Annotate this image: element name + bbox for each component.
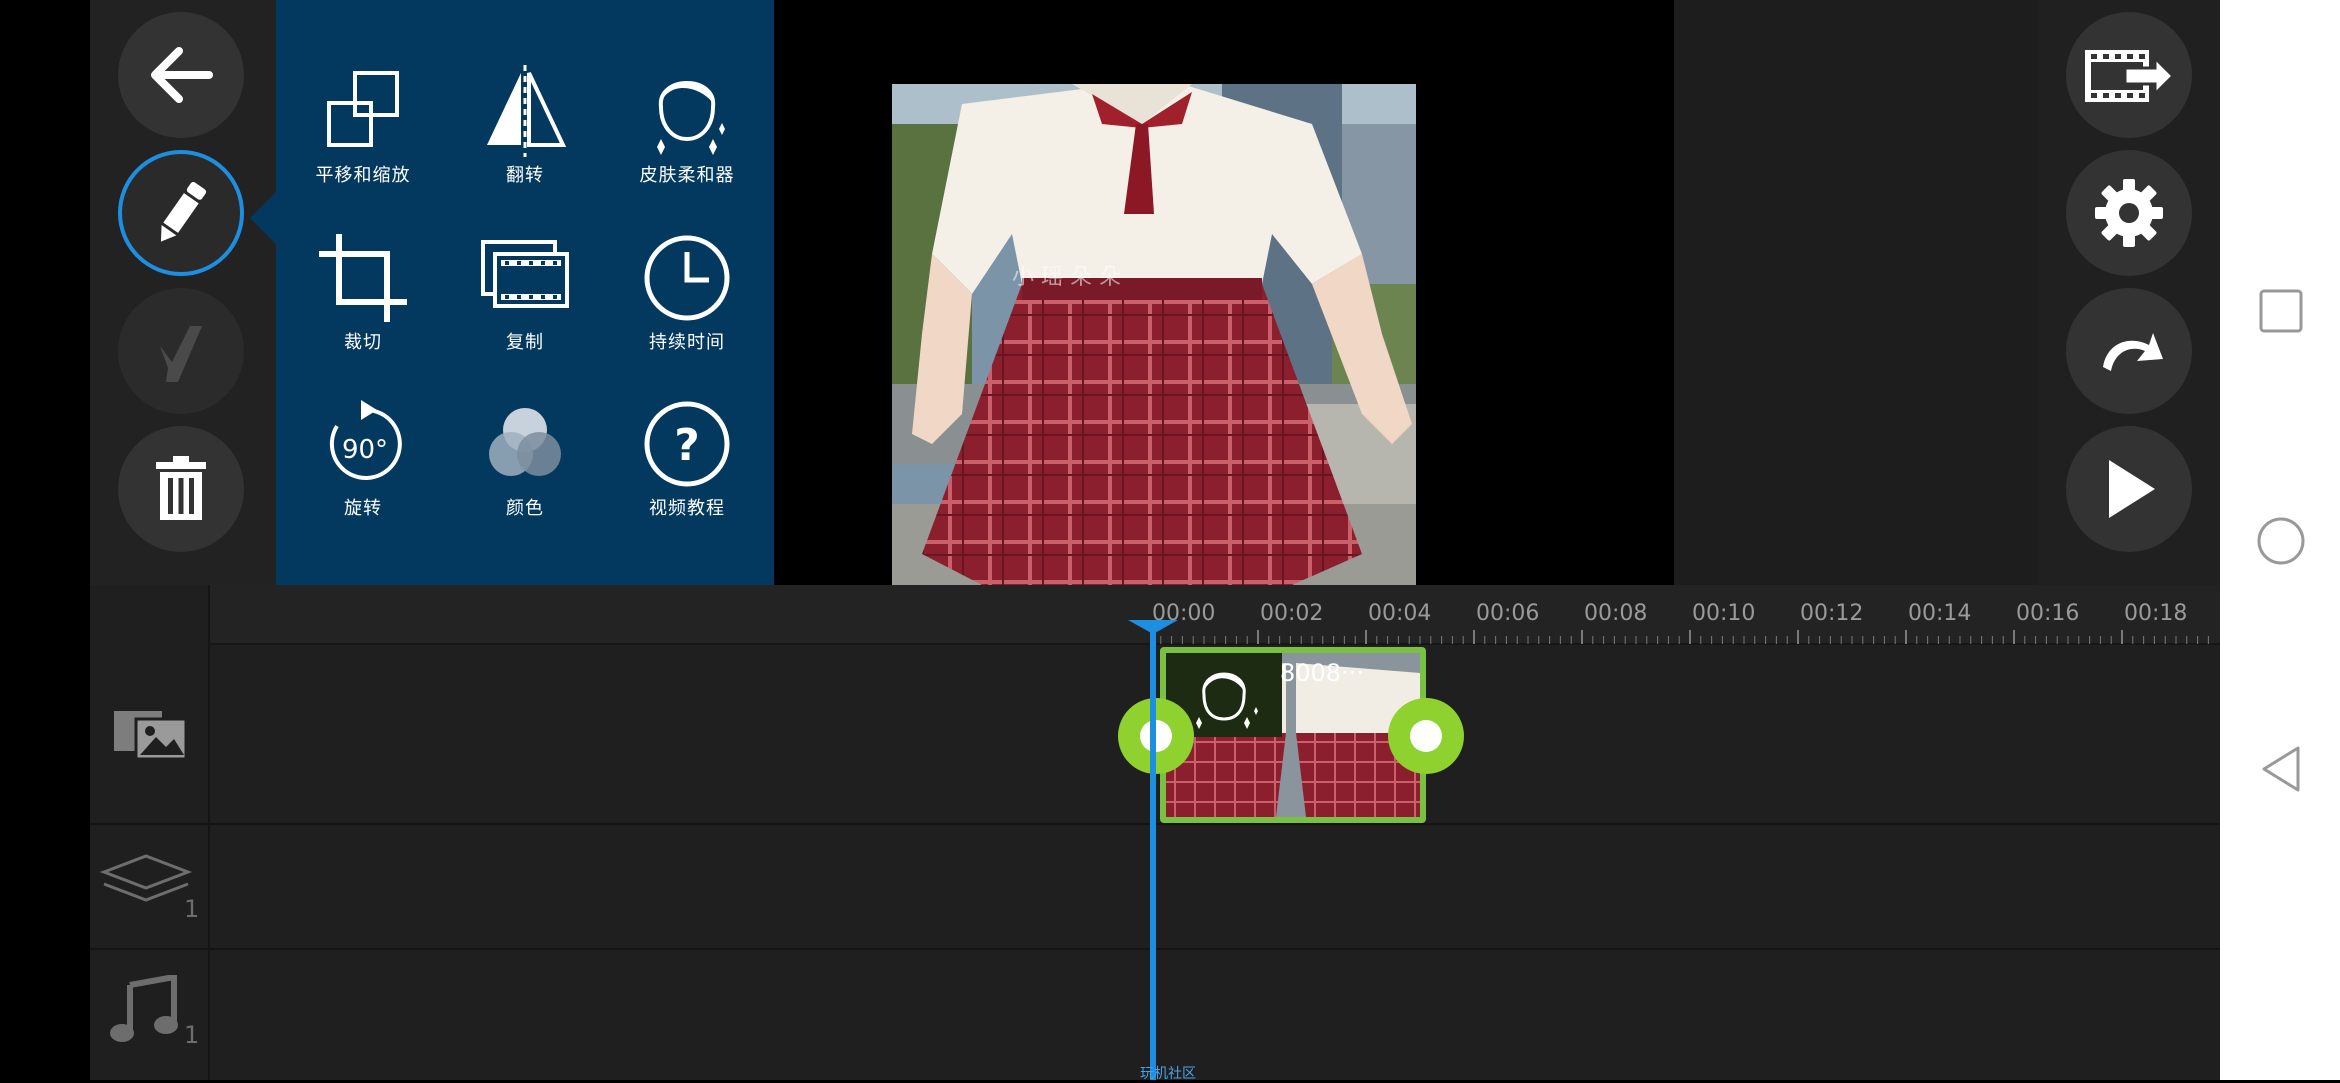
system-navigation-bar [2220, 0, 2340, 1080]
left-edge [0, 0, 90, 1080]
layers-icon [100, 854, 193, 902]
tool-label: 持续时间 [649, 332, 725, 353]
undo-icon [2103, 333, 2163, 371]
tool-rotate[interactable]: 90° 旋转 [283, 388, 443, 538]
back-nav-icon[interactable] [2258, 744, 2304, 794]
undo-button[interactable] [2066, 288, 2192, 414]
track-headers: 1 1 [90, 585, 210, 1080]
duration-clock-icon [644, 235, 730, 321]
preview-frame[interactable]: 小 瑶 朵 朵 [892, 84, 1416, 585]
tool-label: 平移和缩放 [315, 165, 411, 186]
export-button[interactable] [2066, 12, 2192, 138]
bottom-watermark: 玩机社区 [1140, 1066, 1196, 1082]
audio-count: 1 [184, 1021, 200, 1049]
settings-gear-icon [2095, 179, 2163, 247]
rotate-90-icon: 90° [329, 400, 402, 480]
effects-button[interactable] [118, 288, 244, 414]
tool-color[interactable]: 颜色 [445, 388, 605, 538]
ruler-tick-label: 00:04 [1368, 601, 1432, 626]
tool-label: 裁切 [344, 332, 382, 353]
tool-label: 皮肤柔和器 [639, 165, 735, 186]
video-clip[interactable]: 8008··· [1160, 647, 1426, 823]
back-arrow-icon [151, 47, 213, 103]
preview-watermark: 小 瑶 朵 朵 [1012, 265, 1121, 290]
back-button[interactable] [118, 12, 244, 138]
rotate-badge: 90° [342, 435, 388, 465]
magic-wand-icon [160, 326, 202, 382]
tool-label: 翻转 [506, 165, 544, 186]
clip-thumbnail: 8008··· [1166, 653, 1420, 817]
tool-label: 复制 [506, 332, 544, 353]
pencil-edit-icon [160, 181, 207, 242]
preview-photo: 小 瑶 朵 朵 [892, 84, 1416, 585]
ruler-tick-label: 00:02 [1260, 601, 1324, 626]
tool-skin-smoother[interactable]: 皮肤柔和器 [607, 55, 767, 205]
duplicate-icon [481, 240, 569, 308]
tool-crop[interactable]: 裁切 [283, 222, 443, 372]
delete-button[interactable] [118, 426, 244, 552]
music-track-icon [110, 975, 178, 1042]
tool-duration[interactable]: 持续时间 [607, 222, 767, 372]
tool-video-tutorial[interactable]: ? 视频教程 [607, 388, 767, 538]
tool-label: 旋转 [344, 498, 382, 519]
ruler-tick-label: 00:12 [1800, 601, 1864, 626]
ruler-tick-label: 00:16 [2016, 601, 2080, 626]
tool-label: 颜色 [506, 498, 544, 519]
playhead[interactable] [1150, 626, 1156, 1080]
help-badge: ? [674, 420, 700, 471]
tool-duplicate[interactable]: 复制 [445, 222, 605, 372]
video-tutorial-icon: ? [644, 401, 730, 487]
ruler-tick-label: 00:06 [1476, 601, 1540, 626]
play-icon [2109, 460, 2155, 518]
right-empty-area [1674, 0, 2038, 585]
trash-icon [156, 456, 206, 520]
export-video-icon [2085, 50, 2175, 102]
ruler-ticks [1150, 630, 2209, 644]
home-icon[interactable] [2256, 516, 2306, 566]
crop-icon [319, 234, 407, 322]
ruler-tick-label: 00:14 [1908, 601, 1972, 626]
panel-pointer [250, 192, 276, 244]
color-icon [489, 408, 561, 476]
playhead-marker[interactable] [1128, 620, 1178, 634]
ruler-tick-label: 00:10 [1692, 601, 1756, 626]
right-action-rail [2038, 0, 2220, 585]
pan-zoom-icon [327, 71, 399, 147]
tool-flip[interactable]: 翻转 [445, 55, 605, 205]
settings-button[interactable] [2066, 150, 2192, 276]
tool-label: 视频教程 [649, 498, 725, 519]
play-button[interactable] [2066, 426, 2192, 552]
skin-smoother-icon [657, 81, 725, 155]
video-track-icon [114, 711, 188, 761]
edit-tools-panel: 平移和缩放 翻转 皮肤柔和器 裁切 复制 持续时间 90° 旋转 颜色 ? 视频… [276, 0, 774, 585]
clip-trim-handle-left[interactable] [1118, 698, 1194, 774]
ruler-tick-label: 00:18 [2124, 601, 2188, 626]
tool-pan-zoom[interactable]: 平移和缩放 [283, 55, 443, 205]
left-tool-rail [90, 0, 276, 585]
layer-count: 1 [184, 895, 200, 923]
clip-trim-handle-right[interactable] [1388, 698, 1464, 774]
recent-apps-icon[interactable] [2258, 288, 2304, 334]
flip-icon [487, 65, 567, 157]
clip-label: 8008··· [1280, 659, 1364, 687]
ruler-tick-label: 00:08 [1584, 601, 1648, 626]
edit-button[interactable] [118, 150, 244, 276]
